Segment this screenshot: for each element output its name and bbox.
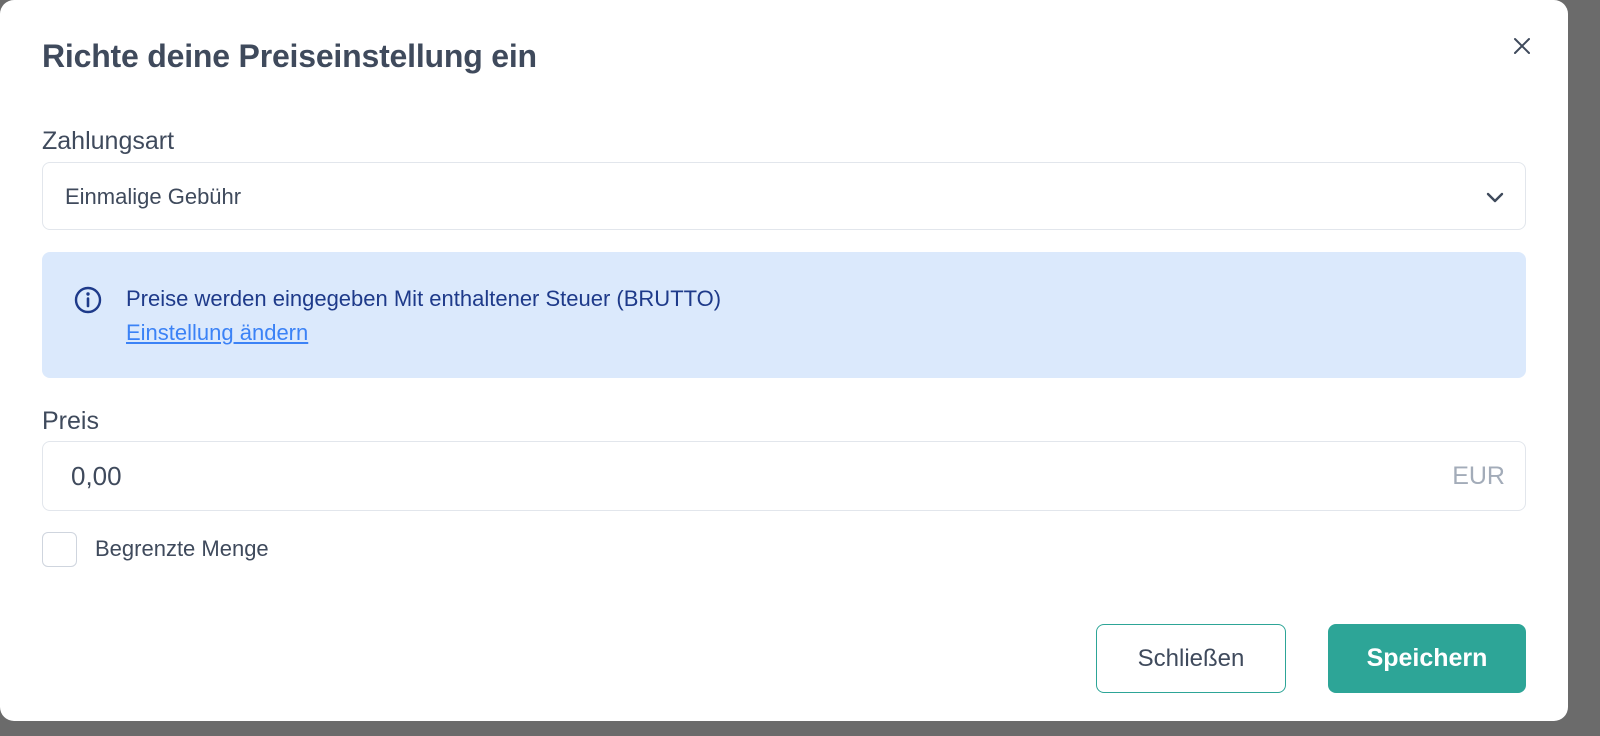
tax-info-box: Preise werden eingegeben Mit enthaltener… [42, 252, 1526, 378]
price-label: Preis [42, 407, 99, 435]
info-circle-icon [74, 286, 102, 314]
price-input[interactable]: 0,00 EUR [42, 441, 1526, 511]
chevron-down-icon [1486, 192, 1504, 203]
payment-type-value: Einmalige Gebühr [65, 184, 242, 209]
limited-quantity-label[interactable]: Begrenzte Menge [95, 536, 269, 562]
payment-type-label: Zahlungsart [42, 127, 175, 155]
close-icon [1514, 38, 1530, 54]
dialog-title: Richte deine Preiseinstellung ein [42, 38, 537, 74]
change-setting-link[interactable]: Einstellung ändern [126, 320, 308, 346]
price-value: 0,00 [71, 461, 122, 491]
currency-suffix: EUR [1452, 462, 1505, 490]
close-dialog-button[interactable]: Schließen [1096, 624, 1286, 693]
close-button[interactable] [1504, 28, 1540, 64]
pricing-dialog: Richte deine Preiseinstellung ein Zahlun… [0, 0, 1568, 721]
payment-type-select[interactable]: Einmalige Gebühr [42, 162, 1526, 230]
save-button[interactable]: Speichern [1328, 624, 1526, 693]
tax-info-text: Preise werden eingegeben Mit enthaltener… [126, 286, 722, 311]
limited-quantity-checkbox[interactable] [42, 532, 77, 567]
